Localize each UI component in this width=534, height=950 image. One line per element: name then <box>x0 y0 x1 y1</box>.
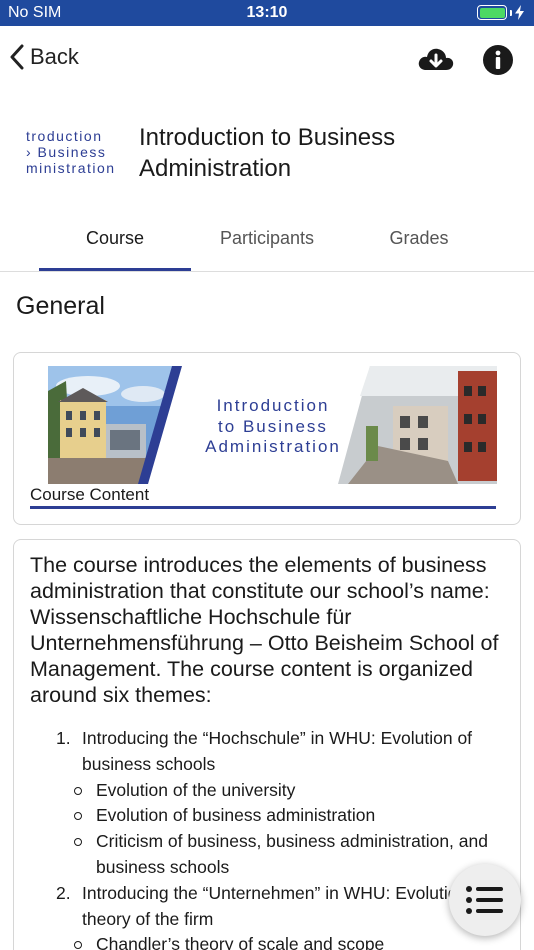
theme-list: 1. Introducing the “Hochschule” in WHU: … <box>56 726 506 950</box>
course-content-label[interactable]: Course Content <box>30 485 149 505</box>
info-button[interactable] <box>482 44 514 76</box>
sub-list-item: Evolution of business administration <box>56 803 506 829</box>
status-bar: No SIM 13:10 <box>0 0 534 26</box>
section-title: General <box>16 292 105 320</box>
banner-title-line: to Business <box>218 416 328 436</box>
banner-title: Introduction to Business Administration <box>183 396 363 458</box>
course-index-button[interactable] <box>449 864 521 936</box>
list-item-text: Introducing the “Hochschule” in WHU: Evo… <box>82 728 473 774</box>
chevron-left-icon <box>10 44 24 70</box>
course-logo-line: ministration <box>26 160 116 176</box>
course-title: Introduction to Business Administration <box>139 124 396 182</box>
course-content-divider <box>30 506 496 509</box>
sub-list-item: Criticism of business, business administ… <box>56 829 506 881</box>
banner-title-line: Administration <box>205 437 341 456</box>
course-description-card: The course introduces the elements of bu… <box>13 539 521 950</box>
course-description-intro: The course introduces the elements of bu… <box>30 553 499 707</box>
navigation-bar: Back <box>0 26 534 96</box>
tab-course[interactable]: Course <box>39 228 191 249</box>
course-logo-line: troduction <box>26 128 103 144</box>
back-label: Back <box>30 44 79 69</box>
tab-participants[interactable]: Participants <box>191 228 343 249</box>
list-item-number: 1. <box>56 728 71 748</box>
info-icon <box>483 45 513 75</box>
list-item: 1. Introducing the “Hochschule” in WHU: … <box>56 726 506 778</box>
download-button[interactable] <box>416 44 456 76</box>
list-item: 2. Introducing the “Unternehmen” in WHU:… <box>56 881 506 933</box>
list-icon <box>466 886 503 914</box>
list-item-text: Introducing the “Unternehmen” in WHU: Ev… <box>82 882 502 929</box>
list-item-number: 2. <box>56 882 71 903</box>
charging-bolt-icon <box>515 5 524 20</box>
sub-list-item: Chandler’s theory of scale and scope <box>56 932 506 950</box>
battery-icon <box>477 5 507 20</box>
cloud-download-icon <box>418 48 454 70</box>
active-tab-indicator <box>39 268 191 271</box>
tab-grades[interactable]: Grades <box>343 228 495 249</box>
back-button[interactable]: Back <box>10 44 79 70</box>
clock: 13:10 <box>246 4 288 21</box>
course-logo: troduction › Business ministration <box>26 128 126 188</box>
battery-indicator <box>477 5 524 20</box>
course-content-card[interactable]: Introduction to Business Administration … <box>13 352 521 525</box>
course-tabs: Course Participants Grades <box>0 210 534 272</box>
sub-list-item: Evolution of the university <box>56 778 506 804</box>
course-header: troduction › Business ministration Intro… <box>0 110 534 200</box>
banner-title-line: Introduction <box>216 396 330 415</box>
course-logo-line: › Business <box>26 144 107 160</box>
course-banner-image: Introduction to Business Administration <box>48 366 497 484</box>
